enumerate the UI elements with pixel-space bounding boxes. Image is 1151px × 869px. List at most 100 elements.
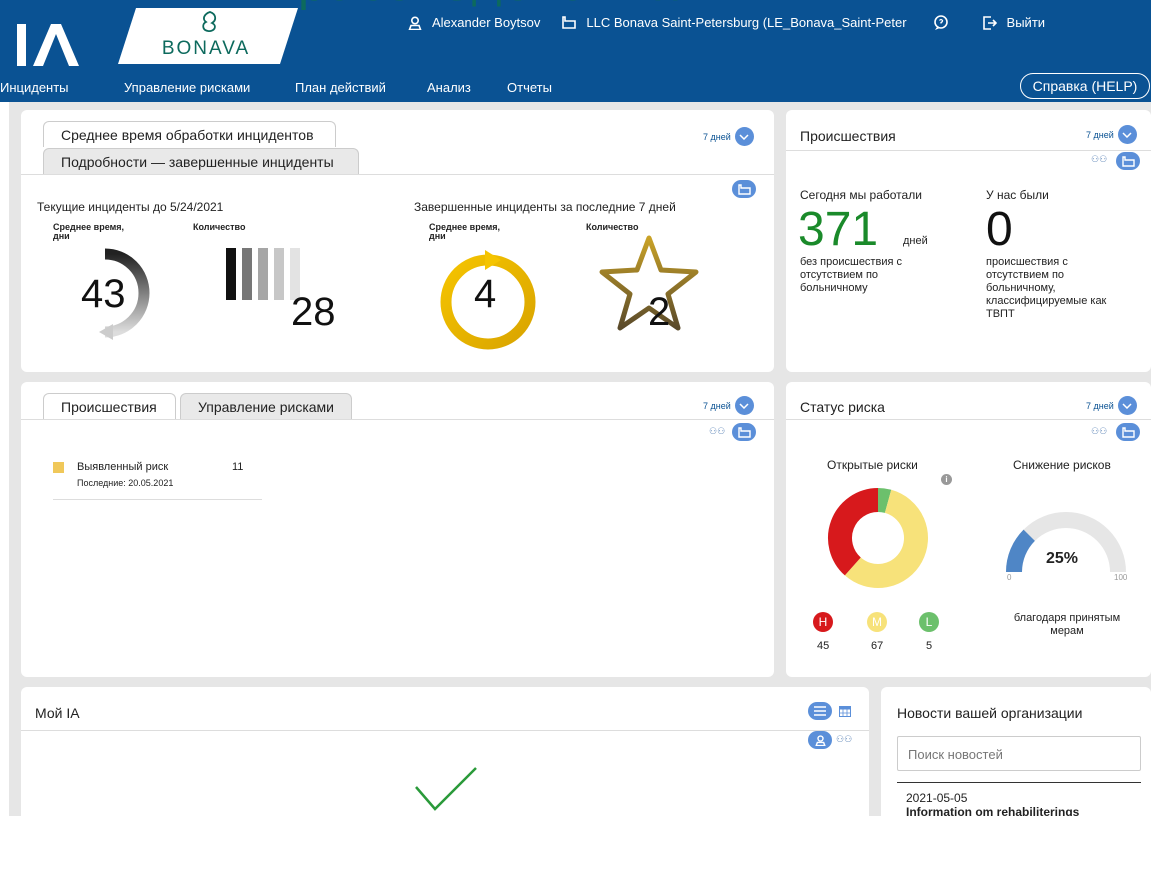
bonava-logo-tab[interactable]: BONAVA [118,8,298,64]
card-divider [786,419,1151,420]
low-risk-badge: L [919,612,939,632]
risk-list-card: Происшествия Управление рисками 7 дней ⚇… [21,382,774,677]
medium-risk-count: 67 [871,640,884,652]
news-card: Новости вашей организации Поиск новостей… [881,687,1151,816]
feedback-button[interactable] [933,15,959,30]
factory-icon [1121,155,1135,167]
risk-status-card: Статус риска 7 дней ⚇⚇ Открытые риски i … [786,382,1151,677]
info-icon[interactable]: i [941,474,952,485]
high-risk-badge: H [813,612,833,632]
checkmark-icon [415,767,477,811]
completed-count-label: Количество [586,222,639,232]
user-name: Alexander Boytsov [432,15,541,30]
today-worked-label: Сегодня мы работали [800,188,922,202]
period-label: 7 дней [1086,129,1114,140]
help-button[interactable]: Справка (HELP) [1020,73,1150,99]
risk-item-count: 11 [232,461,244,473]
incident-time-card: Среднее время обработки инцидентов Подро… [21,110,774,372]
my-ia-card: Мой IA ⚇⚇ [21,687,869,816]
chevron-down-icon [734,396,754,415]
factory-icon [737,426,751,438]
factory-filter-button[interactable] [732,180,756,198]
menu-risk-management[interactable]: Управление рисками [124,80,250,95]
calendar-view-button[interactable] [839,704,851,722]
group-filter-icon[interactable]: ⚇⚇ [709,426,725,437]
user-icon [814,734,826,746]
top-bar: BONAVA Alexander Boytsov LLC Bonava Sain… [0,0,1151,102]
completed-incidents-title: Завершенные инциденты за последние 7 дне… [414,200,676,214]
lost-time-description: происшествия с отсутствием по больничном… [986,256,1107,320]
news-search-input[interactable]: Поиск новостей [897,736,1141,771]
risk-color-swatch [53,462,64,473]
chevron-down-icon [734,127,754,146]
tab-events[interactable]: Происшествия [43,393,176,419]
donut-slice-H [828,488,879,576]
completed-avg-days-value: 4 [474,272,497,316]
period-label: 7 дней [703,400,731,411]
user-area: Alexander Boytsov LLC Bonava Saint-Peter… [408,15,1045,30]
menu-analysis[interactable]: Анализ [427,80,471,95]
news-title: Новости вашей организации [897,705,1083,721]
factory-filter-button[interactable] [732,423,756,441]
period-label: 7 дней [703,131,731,142]
risk-period-select[interactable]: 7 дней [703,396,754,415]
risk-status-period-select[interactable]: 7 дней [1086,396,1137,415]
events-card-title: Происшествия [800,128,896,144]
list-view-button[interactable] [808,702,832,720]
card-divider [21,730,869,731]
my-items-filter-button[interactable] [808,731,832,749]
news-search-placeholder: Поиск новостей [908,747,1003,762]
menu-incidents[interactable]: Инциденты [0,80,69,95]
events-period-select[interactable]: 7 дней [1086,125,1137,144]
logout-button[interactable]: Выйти [982,15,1045,30]
news-headline[interactable]: Information om rehabiliterings [906,805,1079,816]
tab-divider [21,174,774,175]
gauge-caption: благодаря принятым мерам [1013,612,1121,637]
user-link[interactable]: Alexander Boytsov [408,15,540,30]
risk-status-title: Статус риска [800,399,885,415]
user-icon [408,15,422,30]
factory-icon [562,16,577,29]
tab-completed-details[interactable]: Подробности — завершенные инциденты [43,148,359,174]
overflow-page-title: расследования [297,0,682,8]
calendar-icon [839,706,851,717]
factory-icon [737,183,751,195]
logout-icon [982,15,997,30]
days-unit: дней [903,235,928,247]
risk-reduction-label: Снижение рисков [1013,458,1111,472]
news-date: 2021-05-05 [906,791,968,805]
factory-filter-button[interactable] [1116,423,1140,441]
risk-item-label: Выявленный риск [77,461,169,473]
days-without-incident-value: 371 [798,203,879,256]
menu-action-plan[interactable]: План действий [295,80,386,95]
organization-link[interactable]: LLC Bonava Saint-Petersburg (LE_Bonava_S… [562,15,907,30]
tab-avg-processing-time[interactable]: Среднее время обработки инцидентов [43,121,336,147]
group-filter-icon[interactable]: ⚇⚇ [836,734,852,745]
tab-risk-management[interactable]: Управление рисками [180,393,352,419]
chevron-down-icon [1117,125,1137,144]
days-description: без происшествия с отсутствием по больни… [800,256,902,294]
factory-icon [1121,426,1135,438]
brand-text: BONAVA [162,38,250,59]
current-avg-time-label: Среднее время, дни [53,222,124,241]
factory-filter-button[interactable] [1116,152,1140,170]
group-filter-icon[interactable]: ⚇⚇ [1091,426,1107,437]
menu-reports[interactable]: Отчеты [507,80,552,95]
list-icon [814,706,826,716]
lost-time-incidents-value: 0 [986,203,1013,256]
current-count-value: 28 [291,290,336,334]
current-count-label: Количество [193,222,246,232]
list-divider [53,499,262,500]
period-select[interactable]: 7 дней [703,127,754,146]
period-label: 7 дней [1086,400,1114,411]
gauge-fill [1006,529,1036,573]
gauge-min: 0 [1007,573,1012,582]
high-risk-count: 45 [817,640,830,652]
gauge-max: 100 [1114,573,1128,582]
events-card: Происшествия 7 дней ⚇⚇ Сегодня мы работа… [786,110,1151,372]
group-filter-icon[interactable]: ⚇⚇ [1091,154,1107,165]
organization-name: LLC Bonava Saint-Petersburg (LE_Bonava_S… [586,15,907,30]
risk-item-last-date: Последние: 20.05.2021 [77,478,174,488]
ia-logo-icon[interactable] [13,14,113,66]
news-divider [897,782,1141,783]
